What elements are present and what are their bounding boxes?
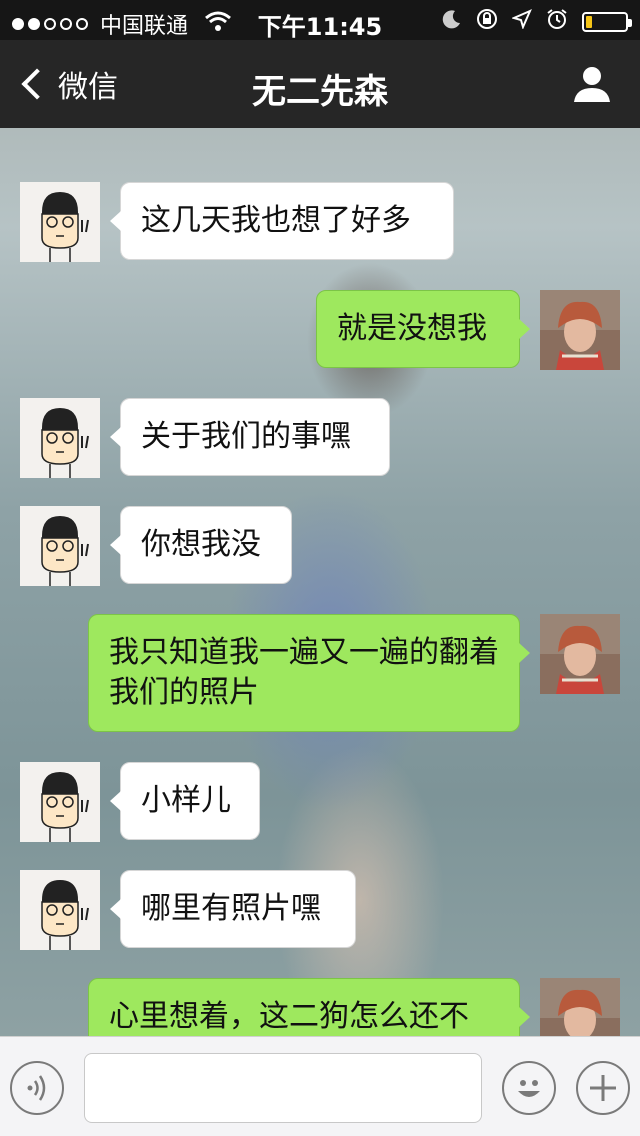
back-button[interactable]: 微信 <box>18 62 118 106</box>
voice-icon <box>27 1075 46 1101</box>
moon-icon <box>442 9 462 34</box>
person-icon <box>574 67 610 102</box>
message-bubble-received[interactable]: 哪里有照片嘿 <box>110 870 356 948</box>
battery-level-fill <box>586 15 592 28</box>
emoji-icon <box>518 1080 540 1097</box>
message-input[interactable] <box>84 1053 482 1123</box>
plus-button[interactable] <box>576 1061 630 1115</box>
friend-avatar[interactable] <box>20 762 100 842</box>
plus-icon <box>590 1075 616 1101</box>
message-bubble-sent[interactable]: 心里想着，这二狗怎么还不 <box>88 978 530 1036</box>
status-bar: 中国联通 下午11:45 <box>0 0 640 41</box>
message-bubble-received[interactable]: 小样儿 <box>110 762 260 840</box>
message-bubble-received[interactable]: 这几天我也想了好多 <box>110 182 454 260</box>
input-toolbar <box>0 1036 640 1136</box>
friend-avatar[interactable] <box>20 182 100 262</box>
my-avatar[interactable] <box>540 290 620 370</box>
chevron-left-icon <box>21 68 53 100</box>
alarm-icon <box>546 8 568 35</box>
battery-icon <box>582 11 632 32</box>
emoji-button[interactable] <box>502 1061 556 1115</box>
friend-avatar[interactable] <box>20 506 100 586</box>
friend-avatar[interactable] <box>20 870 100 950</box>
status-right <box>442 8 632 35</box>
rotation-lock-icon <box>476 8 498 35</box>
message-bubble-received[interactable]: 关于我们的事嘿 <box>110 398 390 476</box>
my-avatar[interactable] <box>540 978 620 1036</box>
profile-button[interactable] <box>572 64 612 104</box>
friend-avatar[interactable] <box>20 398 100 478</box>
message-bubble-received[interactable]: 你想我没 <box>110 506 292 584</box>
message-bubble-sent[interactable]: 我只知道我一遍又一遍的翻着我们的照片 <box>88 614 530 732</box>
back-label: 微信 <box>58 70 118 105</box>
nav-bar: 微信 无二先森 <box>0 40 640 128</box>
location-icon <box>511 9 532 34</box>
voice-button[interactable] <box>10 1061 64 1115</box>
message-list[interactable]: 这几天我也想了好多 就是没想我 关于我们的事嘿 你想我没 我只知道我一遍又一遍的… <box>0 128 640 1036</box>
message-bubble-sent[interactable]: 就是没想我 <box>316 290 530 368</box>
my-avatar[interactable] <box>540 614 620 694</box>
